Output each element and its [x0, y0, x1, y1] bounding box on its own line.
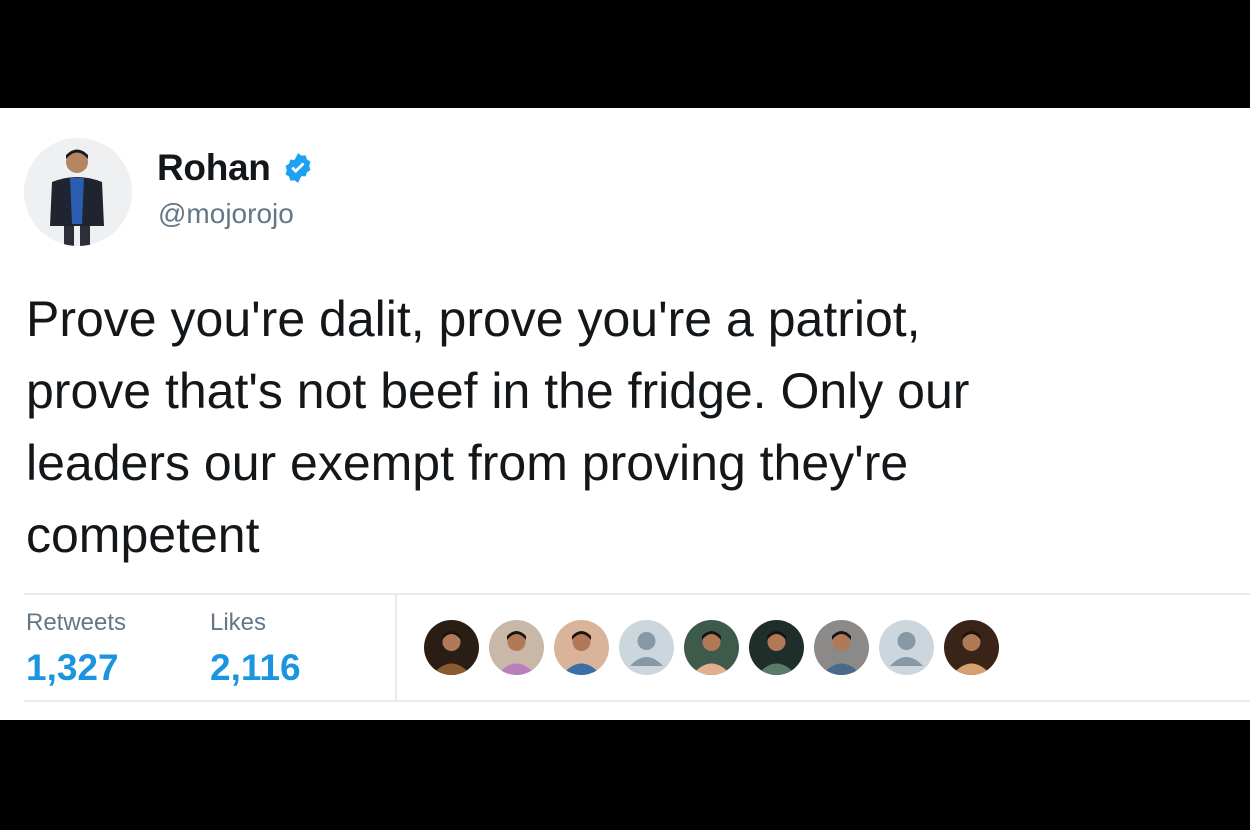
retweets-count: 1,327 [26, 647, 119, 688]
liker-avatar[interactable] [944, 620, 999, 675]
profile-photo-icon [554, 620, 609, 675]
likes-stat[interactable]: Likes 2,116 [210, 606, 301, 690]
display-name-row: Rohan [157, 146, 315, 190]
display-name[interactable]: Rohan [157, 147, 271, 189]
likes-label: Likes [210, 609, 267, 636]
verified-badge-icon [281, 151, 315, 185]
profile-photo-icon [489, 620, 544, 675]
profile-photo-icon [424, 620, 479, 675]
liker-avatar[interactable] [424, 620, 479, 675]
liker-avatar[interactable] [749, 620, 804, 675]
user-handle[interactable]: @mojorojo [158, 198, 294, 230]
liker-avatar[interactable] [814, 620, 869, 675]
avatar-photo-icon [24, 138, 132, 246]
profile-photo-icon [814, 620, 869, 675]
liker-avatar[interactable] [554, 620, 609, 675]
liker-avatar[interactable] [684, 620, 739, 675]
liker-avatar[interactable] [619, 620, 674, 675]
screenshot-frame: Rohan @mojorojo Prove you're dalit, prov… [0, 0, 1250, 830]
liker-avatars [424, 620, 999, 675]
default-profile-icon [619, 620, 674, 675]
stats-divider-top [24, 593, 1250, 595]
profile-photo-icon [749, 620, 804, 675]
profile-photo-icon [684, 620, 739, 675]
stats-divider-bottom [24, 700, 1250, 702]
tweet-card: Rohan @mojorojo Prove you're dalit, prov… [0, 108, 1250, 720]
liker-avatar[interactable] [879, 620, 934, 675]
tweet-text: Prove you're dalit, prove you're a patri… [26, 291, 970, 563]
retweets-label: Retweets [26, 609, 127, 636]
likes-count: 2,116 [210, 647, 301, 688]
stats-vertical-divider [395, 595, 397, 700]
retweets-stat[interactable]: Retweets 1,327 [26, 606, 126, 690]
liker-avatar[interactable] [489, 620, 544, 675]
default-profile-icon [879, 620, 934, 675]
avatar[interactable] [24, 138, 132, 246]
profile-photo-icon [944, 620, 999, 675]
